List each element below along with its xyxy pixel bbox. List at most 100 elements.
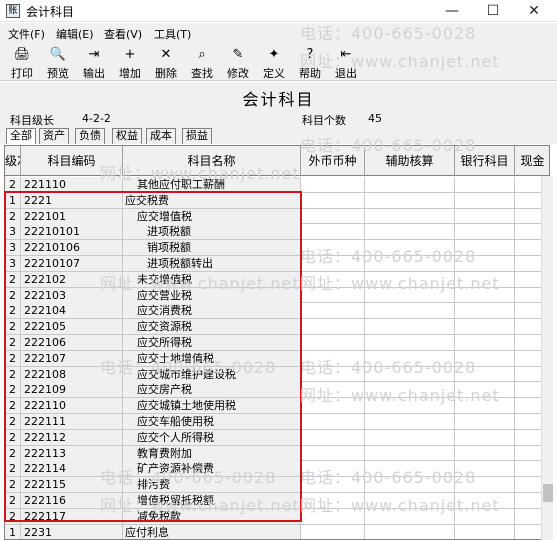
table-row[interactable]: 2 222109 应交房产税: [5, 382, 549, 399]
delete-button[interactable]: ✕ 删除: [148, 45, 184, 80]
table-row[interactable]: 1 2221 应交税费: [5, 192, 549, 209]
header-currency[interactable]: 外币币种: [301, 146, 365, 176]
cell-auxiliary[interactable]: [365, 350, 455, 366]
table-row[interactable]: 2 221110 其他应付职工薪酬: [5, 177, 549, 193]
cell-auxiliary[interactable]: [365, 240, 455, 256]
cell-auxiliary[interactable]: [365, 461, 455, 477]
cell-currency[interactable]: [301, 524, 365, 539]
cell-auxiliary[interactable]: [365, 524, 455, 539]
cell-currency[interactable]: [301, 350, 365, 366]
cell-auxiliary[interactable]: [365, 319, 455, 335]
tab-assets[interactable]: 资产: [39, 128, 69, 144]
cell-currency[interactable]: [301, 366, 365, 382]
table-row[interactable]: 2 222107 应交土地增值税: [5, 350, 549, 367]
cell-bank[interactable]: [455, 508, 515, 524]
cell-currency[interactable]: [301, 429, 365, 445]
tab-liabilities[interactable]: 负债: [75, 128, 105, 144]
cell-currency[interactable]: [301, 414, 365, 429]
cell-bank[interactable]: [455, 493, 515, 508]
header-level[interactable]: 级次: [5, 146, 21, 176]
cell-bank[interactable]: [455, 240, 515, 256]
menu-tools[interactable]: 工具(T): [154, 26, 191, 42]
table-row[interactable]: 2 222104 应交消费税: [5, 303, 549, 320]
tab-equity[interactable]: 权益: [112, 128, 142, 144]
table-row[interactable]: 3 22210106 销项税额: [5, 240, 549, 256]
table-row[interactable]: 2 222112 应交个人所得税: [5, 429, 549, 446]
cell-auxiliary[interactable]: [365, 224, 455, 240]
cell-currency[interactable]: [301, 208, 365, 224]
cell-bank[interactable]: [455, 366, 515, 382]
cell-bank[interactable]: [455, 208, 515, 224]
export-button[interactable]: ⇥ 输出: [76, 45, 112, 80]
cell-currency[interactable]: [301, 398, 365, 414]
tab-cost[interactable]: 成本: [146, 128, 176, 144]
cell-currency[interactable]: [301, 382, 365, 398]
cell-bank[interactable]: [455, 350, 515, 366]
cell-bank[interactable]: [455, 177, 515, 192]
cell-currency[interactable]: [301, 224, 365, 240]
preview-button[interactable]: 🔍 预览: [40, 45, 76, 80]
table-row[interactable]: 1 2231 应付利息: [5, 524, 549, 539]
table-row[interactable]: 2 222105 应交资源税: [5, 319, 549, 335]
cell-currency[interactable]: [301, 256, 365, 271]
cell-bank[interactable]: [455, 287, 515, 303]
table-row[interactable]: 2 222113 教育费附加: [5, 445, 549, 462]
table-row[interactable]: 3 22210101 进项税额: [5, 224, 549, 241]
cell-auxiliary[interactable]: [365, 477, 455, 493]
cell-bank[interactable]: [455, 524, 515, 539]
table-row[interactable]: 2 222108 应交城市维护建设税: [5, 366, 549, 383]
cell-auxiliary[interactable]: [365, 429, 455, 445]
cell-auxiliary[interactable]: [365, 287, 455, 303]
header-bank[interactable]: 银行科目: [455, 146, 515, 176]
help-button[interactable]: ? 帮助: [292, 45, 328, 80]
cell-bank[interactable]: [455, 256, 515, 271]
cell-auxiliary[interactable]: [365, 208, 455, 224]
cell-currency[interactable]: [301, 192, 365, 208]
minimize-button[interactable]: —: [432, 0, 472, 22]
accounts-table[interactable]: 级次 科目编码 科目名称 外币币种 辅助核算 银行科目 现金 2221110其他…: [4, 145, 550, 540]
cell-currency[interactable]: [301, 477, 365, 493]
cell-bank[interactable]: [455, 224, 515, 240]
cell-bank[interactable]: [455, 429, 515, 445]
cell-currency[interactable]: [301, 461, 365, 477]
cell-bank[interactable]: [455, 335, 515, 350]
add-button[interactable]: + 增加: [112, 45, 148, 80]
menu-view[interactable]: 查看(V): [104, 26, 142, 42]
cell-auxiliary[interactable]: [365, 303, 455, 319]
cell-auxiliary[interactable]: [365, 366, 455, 382]
cell-auxiliary[interactable]: [365, 271, 455, 287]
cell-auxiliary[interactable]: [365, 445, 455, 461]
table-row[interactable]: 2 222102 未交增值税: [5, 271, 549, 288]
table-row[interactable]: 2 222103 应交营业税: [5, 287, 549, 304]
cell-currency[interactable]: [301, 319, 365, 335]
cell-currency[interactable]: [301, 493, 365, 508]
cell-bank[interactable]: [455, 319, 515, 335]
cell-bank[interactable]: [455, 382, 515, 398]
exit-button[interactable]: ⇤ 退出: [328, 45, 364, 80]
cell-auxiliary[interactable]: [365, 398, 455, 414]
table-row[interactable]: 2 222115 排污费: [5, 477, 549, 493]
cell-currency[interactable]: [301, 303, 365, 319]
cell-bank[interactable]: [455, 398, 515, 414]
menu-file[interactable]: 文件(F): [8, 26, 45, 42]
cell-bank[interactable]: [455, 461, 515, 477]
cell-auxiliary[interactable]: [365, 414, 455, 429]
cell-bank[interactable]: [455, 192, 515, 208]
cell-bank[interactable]: [455, 271, 515, 287]
cell-currency[interactable]: [301, 271, 365, 287]
cell-auxiliary[interactable]: [365, 508, 455, 524]
cell-auxiliary[interactable]: [365, 493, 455, 508]
scrollbar-thumb[interactable]: [543, 484, 553, 502]
table-row[interactable]: 3 22210107 进项税额转出: [5, 256, 549, 272]
table-row[interactable]: 2 222116 增值税留抵税额: [5, 493, 549, 509]
table-row[interactable]: 2 222111 应交车船使用税: [5, 414, 549, 430]
vertical-scrollbar[interactable]: [541, 176, 553, 540]
tab-profit-loss[interactable]: 损益: [182, 128, 212, 144]
cell-currency[interactable]: [301, 177, 365, 192]
header-name[interactable]: 科目名称: [123, 146, 301, 176]
table-row[interactable]: 2 222101 应交增值税: [5, 208, 549, 225]
header-code[interactable]: 科目编码: [21, 146, 123, 176]
header-cash[interactable]: 现金: [515, 146, 549, 176]
define-button[interactable]: ✦ 定义: [256, 45, 292, 80]
maximize-button[interactable]: ☐: [473, 0, 513, 22]
